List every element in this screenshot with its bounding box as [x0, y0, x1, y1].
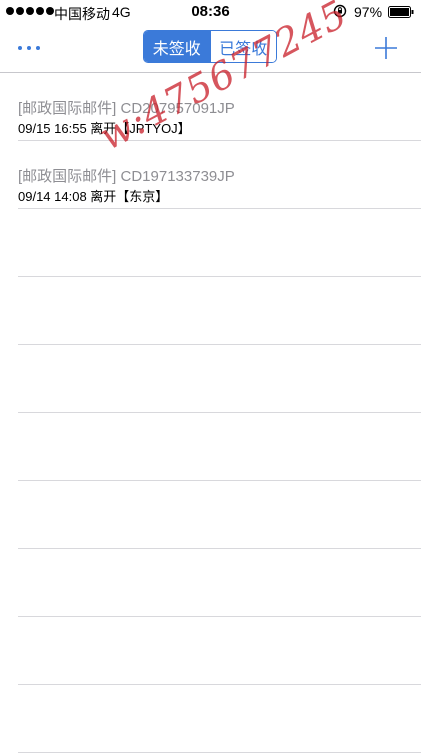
- nav-bar: 未签收 已签收: [0, 24, 421, 73]
- status-bar: 中国移动 4G 08:36 97%: [0, 0, 421, 24]
- list-item[interactable]: [邮政国际邮件] CD207957091JP 09/15 16:55 离开【JP…: [18, 73, 421, 141]
- list-item: [18, 549, 421, 617]
- list-item: [18, 617, 421, 685]
- list-item: [18, 209, 421, 277]
- package-list: [邮政国际邮件] CD207957091JP 09/15 16:55 离开【JP…: [0, 73, 421, 753]
- plus-icon[interactable]: [374, 36, 398, 60]
- status-segmented-control: 未签收 已签收: [143, 30, 277, 63]
- list-item: [18, 345, 421, 413]
- tab-unsigned[interactable]: 未签收: [144, 31, 210, 62]
- battery-icon: [388, 6, 414, 18]
- list-item: [18, 481, 421, 549]
- tab-signed[interactable]: 已签收: [209, 31, 276, 62]
- list-item: [18, 413, 421, 481]
- package-status: 09/15 16:55 离开【JPTYOJ】: [18, 121, 191, 136]
- package-title: [邮政国际邮件] CD197133739JP: [18, 168, 235, 185]
- package-status: 09/14 14:08 离开【东京】: [18, 189, 169, 204]
- more-dots-icon[interactable]: [18, 38, 48, 58]
- list-item[interactable]: [邮政国际邮件] CD197133739JP 09/14 14:08 离开【东京…: [18, 141, 421, 209]
- package-title: [邮政国际邮件] CD207957091JP: [18, 100, 235, 117]
- rotation-lock-icon: [333, 4, 347, 18]
- list-item: [18, 277, 421, 345]
- list-item: [18, 685, 421, 753]
- battery-percent: 97%: [354, 4, 383, 20]
